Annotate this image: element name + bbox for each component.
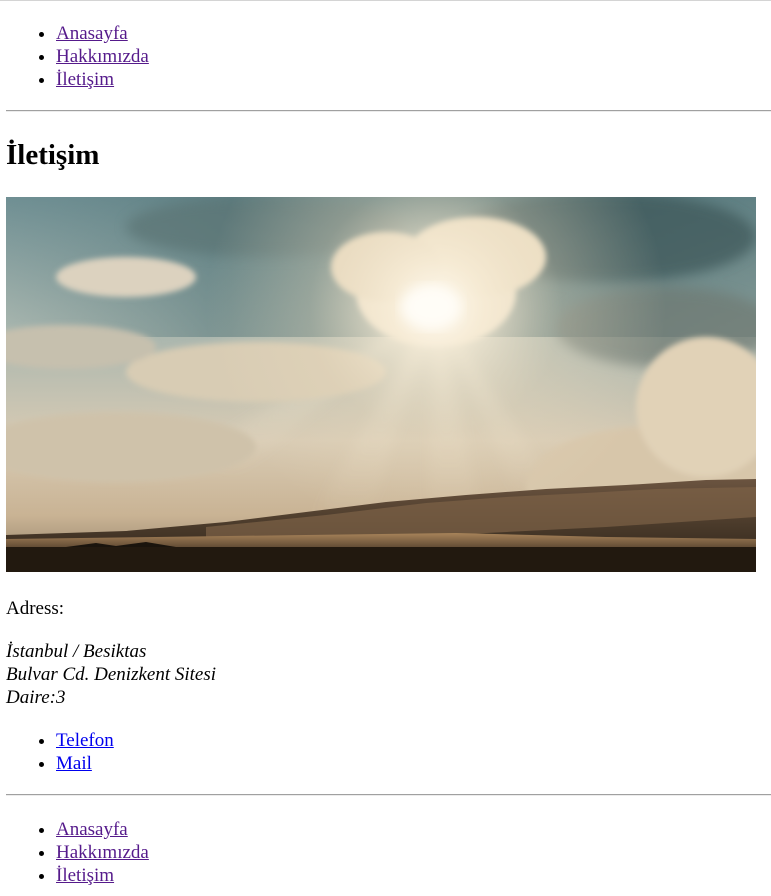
footer-nav-link-about[interactable]: Hakkımızda [56,842,149,863]
nav-link-contact[interactable]: İletişim [56,69,114,90]
top-border [0,0,771,1]
contact-item-mail: Mail [56,752,114,775]
footer-nav-item-about: Hakkımızda [56,841,149,864]
address-block: İstanbul / Besiktas Bulvar Cd. Denizkent… [6,640,216,709]
contact-item-phone: Telefon [56,729,114,752]
address-line-street: Bulvar Cd. Denizkent Sitesi [6,664,217,685]
horizontal-rule-top [6,110,771,112]
footer-nav-link-home[interactable]: Anasayfa [56,819,128,840]
top-navigation: Anasayfa Hakkımızda İletişim [0,22,149,91]
sky-desert-illustration [6,197,756,572]
nav-item-home: Anasayfa [56,22,149,45]
address-line-city: İstanbul / Besiktas [6,641,147,662]
footer-nav-link-contact[interactable]: İletişim [56,865,114,886]
phone-link[interactable]: Telefon [56,730,114,751]
horizontal-rule-bottom [6,794,771,796]
page-title: İletişim [6,139,100,171]
nav-link-about[interactable]: Hakkımızda [56,46,149,67]
address-label: Adress: [6,598,65,619]
address-line-apartment: Daire:3 [6,687,66,708]
hero-image [6,197,756,572]
nav-item-about: Hakkımızda [56,45,149,68]
footer-nav-item-home: Anasayfa [56,818,149,841]
nav-link-home[interactable]: Anasayfa [56,23,128,44]
contact-links: Telefon Mail [0,729,114,775]
nav-item-contact: İletişim [56,68,149,91]
footer-nav-item-contact: İletişim [56,864,149,887]
bottom-navigation: Anasayfa Hakkımızda İletişim [0,818,149,887]
mail-link[interactable]: Mail [56,753,92,774]
